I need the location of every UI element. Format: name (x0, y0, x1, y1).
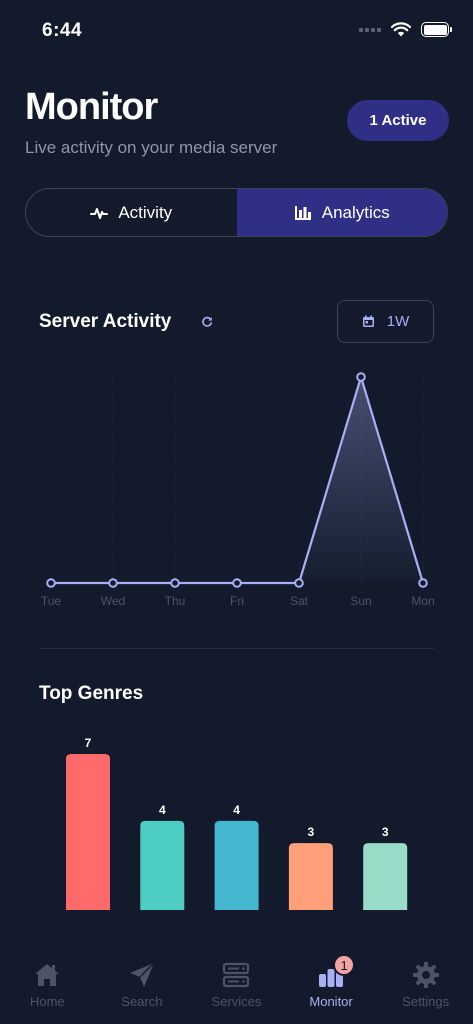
status-icons (359, 22, 452, 37)
bar-chart-icon (294, 205, 311, 220)
monitor-badge: 1 (333, 954, 356, 976)
tab-activity[interactable]: Activity (26, 189, 237, 236)
active-sessions-button[interactable]: 1 Active (347, 100, 449, 141)
x-tick-label: Mon (411, 594, 434, 608)
status-bar: 6:44 (0, 0, 473, 60)
page-subtitle: Live activity on your media server (25, 138, 278, 157)
genre-bar (363, 843, 408, 910)
tab-search[interactable]: Search (95, 950, 190, 1024)
gear-icon (412, 962, 439, 988)
tab-monitor[interactable]: 1 Monitor (284, 950, 379, 1024)
x-tick-label: Fri (230, 594, 244, 608)
bar-value-label: 3 (308, 825, 315, 839)
top-genres-title: Top Genres (39, 683, 144, 704)
genre-bar (214, 820, 259, 910)
tab-settings[interactable]: Settings (378, 950, 473, 1024)
home-icon (35, 964, 60, 986)
tab-analytics[interactable]: Analytics (236, 189, 447, 236)
server-activity-title: Server Activity (39, 311, 172, 332)
x-tick-label: Tue (41, 594, 62, 608)
tab-services-label: Services (211, 994, 262, 1009)
tab-settings-label: Settings (402, 994, 450, 1009)
x-tick-label: Sat (290, 594, 309, 608)
section-divider (39, 648, 434, 649)
activity-point-sat (294, 578, 304, 588)
bar-value-label: 4 (159, 803, 166, 817)
genre-bar (288, 843, 333, 910)
tab-home-label: Home (29, 994, 65, 1009)
server-activity-chart: Tue Wed Thu Fri Sat Sun Mon (41, 372, 435, 608)
genre-bar (140, 820, 185, 910)
page-title: Monitor (25, 86, 158, 128)
calendar-icon (362, 315, 374, 327)
x-tick-label: Thu (165, 594, 186, 608)
tab-analytics-label: Analytics (321, 202, 390, 222)
cellular-signal-icon (359, 27, 381, 32)
activity-point-wed (108, 578, 118, 588)
wifi-icon (391, 22, 411, 37)
time-range-button[interactable]: 1W (337, 300, 434, 343)
tab-home[interactable]: Home (0, 950, 95, 1024)
server-icon (223, 962, 250, 988)
tab-search-label: Search (121, 994, 163, 1009)
bottom-tab-bar: Home Search Services 1 Monitor Settings (0, 950, 473, 1024)
time-range-label: 1W (386, 313, 410, 330)
view-segmented-control: Activity Analytics (25, 188, 448, 237)
battery-icon (421, 22, 452, 37)
status-time: 6:44 (42, 20, 83, 41)
x-tick-label: Wed (101, 594, 125, 608)
refresh-icon[interactable] (200, 315, 214, 329)
activity-pulse-icon (90, 207, 109, 219)
bar-value-label: 3 (382, 825, 389, 839)
send-icon (129, 962, 155, 987)
bar-value-label: 7 (85, 736, 92, 750)
bar-value-label: 4 (233, 803, 240, 817)
activity-point-mon (418, 578, 428, 588)
tab-monitor-label: Monitor (309, 994, 353, 1009)
tab-activity-label: Activity (118, 202, 173, 222)
activity-point-fri (232, 578, 242, 588)
tab-services[interactable]: Services (189, 950, 284, 1024)
x-tick-label: Sun (350, 594, 371, 608)
top-genres-chart: 7 4 4 3 3 (66, 736, 408, 910)
activity-point-tue (46, 578, 56, 588)
activity-point-sun (356, 372, 366, 382)
genre-bar (66, 754, 110, 910)
activity-point-thu (170, 578, 180, 588)
